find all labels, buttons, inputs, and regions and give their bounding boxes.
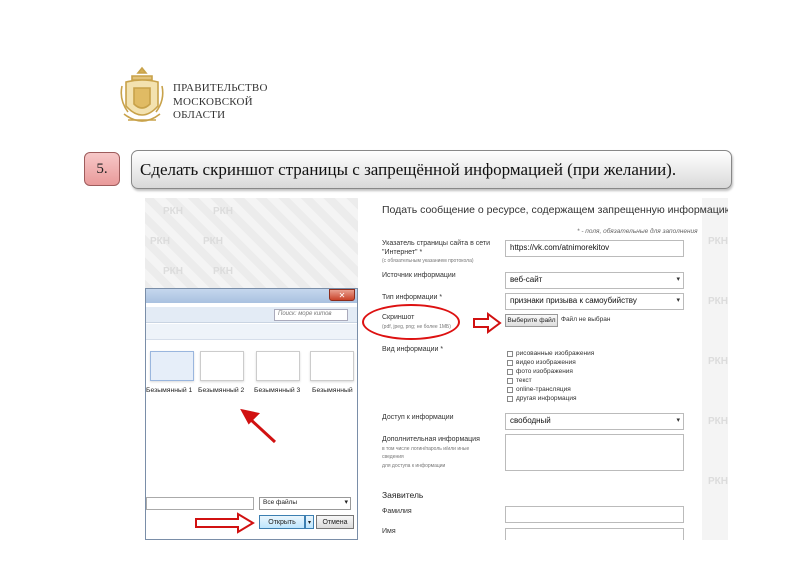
annotation-oval	[362, 304, 460, 340]
access-label: Доступ к информации	[382, 414, 454, 421]
extra-label-sub: для доступа к информации	[382, 462, 446, 469]
form-title: Подать сообщение о ресурсе, содержащем з…	[382, 204, 728, 216]
annotation-arrow-form	[473, 312, 502, 334]
url-label: Указатель страницы сайта в сети "Интерне…	[382, 240, 497, 266]
watermark-logo: РКН	[708, 356, 728, 367]
org-name-line: МОСКОВСКОЙ	[173, 95, 253, 108]
watermark-logo: РКН	[708, 416, 728, 427]
type-select[interactable]: признаки призыва к самоубийству	[505, 293, 684, 310]
org-name: ПРАВИТЕЛЬСТВО МОСКОВСКОЙ ОБЛАСТИ	[173, 82, 268, 123]
type-select-value: признаки призыва к самоубийству	[510, 296, 637, 305]
file-name-label: Безымянный	[312, 387, 353, 394]
screenshot-area: РКН РКН РКН РКН РКН РКН РКН РКН РКН РКН …	[145, 198, 728, 540]
extra-label-sub: в том числе логин/пароль и/или иные	[382, 445, 470, 452]
watermark-logo: РКН	[708, 236, 728, 247]
kind-checkbox-label: online-трансляция	[516, 386, 571, 393]
kind-checkbox-label: рисованные изображения	[516, 350, 595, 357]
step-number-badge: 5.	[84, 152, 120, 186]
url-label-text: Указатель страницы сайта в сети "Интерне…	[382, 240, 491, 256]
extra-info-textarea[interactable]	[505, 434, 684, 471]
kind-checkbox[interactable]: текст	[507, 377, 532, 384]
dialog-cancel-button[interactable]: Отмена	[316, 515, 354, 529]
checkbox-icon	[507, 350, 513, 357]
source-select-value: веб-сайт	[510, 275, 543, 284]
kind-label: Вид информации *	[382, 346, 444, 353]
type-label: Тип информации *	[382, 294, 443, 301]
dialog-filename-input[interactable]	[146, 497, 254, 510]
file-name-label: Безымянный 3	[254, 387, 301, 394]
access-select-value: свободный	[510, 416, 551, 425]
watermark-logo: РКН	[213, 206, 233, 217]
kind-checkbox[interactable]: рисованные изображения	[507, 350, 594, 357]
source-select[interactable]: веб-сайт	[505, 272, 684, 289]
dialog-close-button[interactable]: ✕	[329, 289, 355, 301]
access-select[interactable]: свободный	[505, 413, 684, 430]
dialog-search-input[interactable]: Поиск: море китов	[274, 309, 348, 321]
org-name-line: ПРАВИТЕЛЬСТВО	[173, 82, 268, 94]
file-status: Файл не выбран	[561, 316, 611, 323]
kind-checkbox-label: текст	[516, 377, 532, 384]
checkbox-icon	[507, 359, 513, 366]
extra-label-text: Дополнительная информация	[382, 436, 480, 443]
dialog-titlebar	[146, 289, 357, 303]
watermark-logo: РКН	[203, 236, 223, 247]
extra-label-sub: сведения	[382, 454, 404, 460]
applicant-title: Заявитель	[382, 490, 424, 500]
file-name-label: Безымянный 2	[198, 387, 245, 394]
watermark-logo: РКН	[708, 476, 728, 487]
extra-label: Дополнительная информация в том числе ло…	[382, 436, 480, 470]
kind-checkbox[interactable]: другая информация	[507, 395, 577, 402]
checkbox-icon	[507, 395, 513, 402]
dialog-filetype-select[interactable]: Все файлы	[259, 497, 351, 510]
file-thumbnail[interactable]	[150, 351, 194, 381]
watermark-logo: РКН	[163, 206, 183, 217]
checkbox-icon	[507, 377, 513, 384]
moscow-oblast-emblem-icon	[120, 66, 164, 122]
file-open-dialog: ✕ Поиск: море китов Безымянный 1 Безымян…	[145, 288, 358, 540]
watermark-logo: РКН	[213, 266, 233, 277]
kind-checkbox-label: фото изображения	[516, 368, 573, 375]
surname-input[interactable]	[505, 506, 684, 523]
file-thumbnail[interactable]	[256, 351, 300, 381]
file-thumbnail[interactable]	[310, 351, 354, 381]
watermark-pattern: РКН РКН РКН РКН РКН	[702, 198, 728, 540]
url-input[interactable]: https://vk.com/atnimorekitov	[505, 240, 684, 257]
required-note: * - поля, обязательные для заполнения	[577, 228, 698, 235]
org-name-line: ОБЛАСТИ	[173, 109, 226, 121]
kind-checkbox[interactable]: фото изображения	[507, 368, 573, 375]
name-label: Имя	[382, 528, 396, 535]
choose-file-button[interactable]: Выберите файл	[505, 314, 558, 327]
dialog-toolbar	[146, 324, 357, 340]
file-name-label: Безымянный 1	[146, 387, 193, 394]
watermark-logo: РКН	[708, 296, 728, 307]
kind-checkbox[interactable]: видео изображения	[507, 359, 576, 366]
kind-checkbox-label: видео изображения	[516, 359, 576, 366]
file-thumbnail[interactable]	[200, 351, 244, 381]
kind-checkbox[interactable]: online-трансляция	[507, 386, 571, 393]
kind-checkbox-label: другая информация	[516, 395, 577, 402]
source-label: Источник информации	[382, 272, 456, 279]
checkbox-icon	[507, 368, 513, 375]
watermark-logo: РКН	[163, 266, 183, 277]
name-input[interactable]	[505, 528, 684, 540]
url-label-sub: (с обязательным указанием протокола)	[382, 258, 474, 264]
checkbox-icon	[507, 386, 513, 393]
dialog-open-button[interactable]: Открыть	[259, 515, 305, 529]
watermark-logo: РКН	[150, 236, 170, 247]
step-instruction: Сделать скриншот страницы с запрещённой …	[131, 150, 732, 189]
dialog-open-dropdown-icon[interactable]: ▾	[305, 515, 314, 529]
surname-label: Фамилия	[382, 508, 412, 515]
